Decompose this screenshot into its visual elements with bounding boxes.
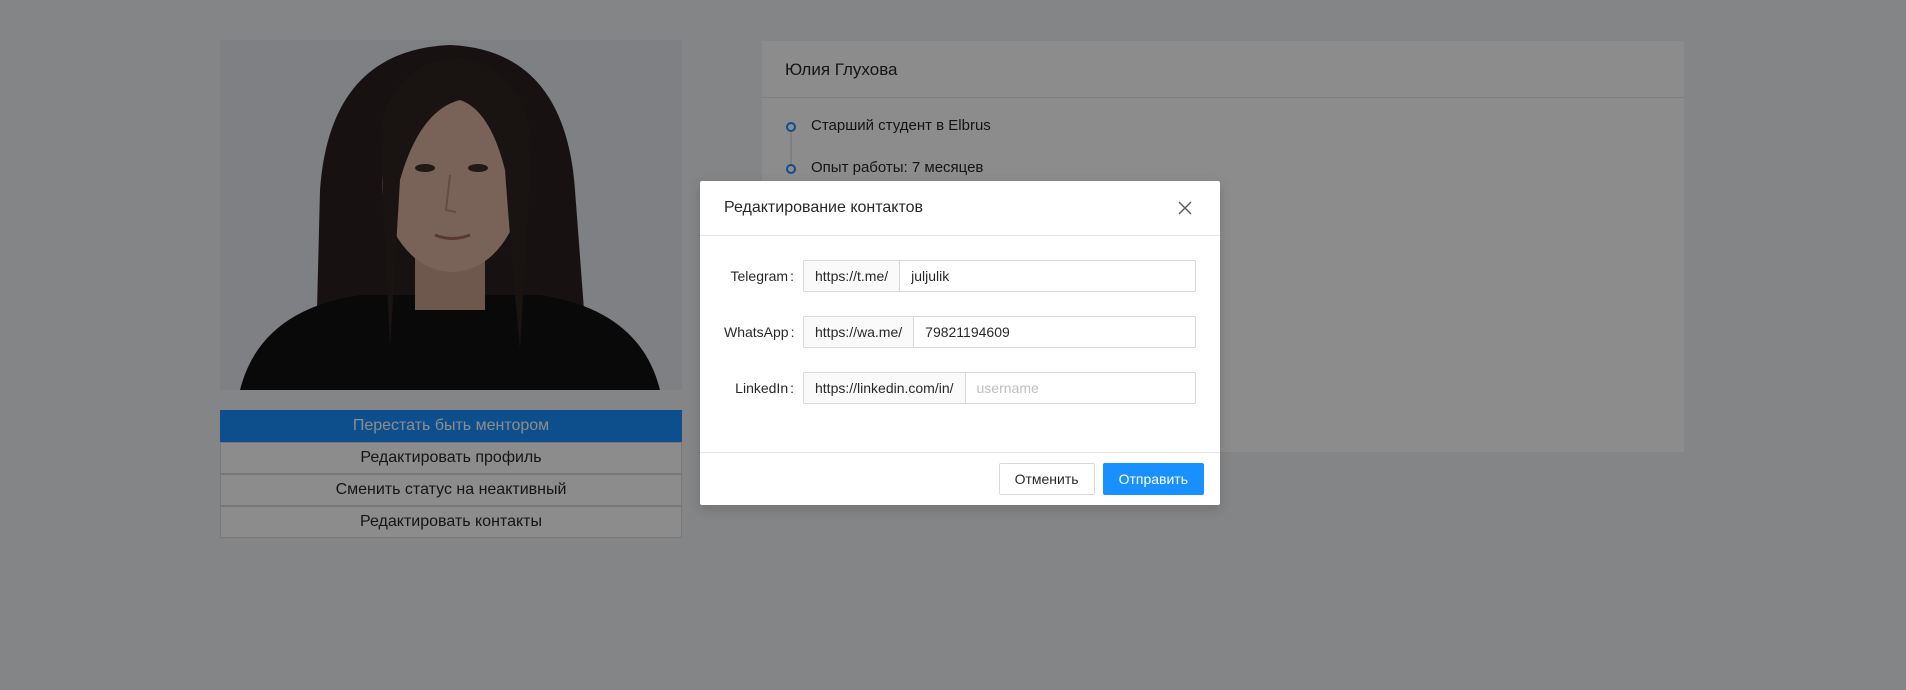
whatsapp-prefix: https://wa.me/ (803, 316, 914, 348)
cancel-button[interactable]: Отменить (998, 463, 1095, 495)
telegram-field[interactable] (899, 260, 1196, 292)
linkedin-field[interactable] (964, 372, 1196, 404)
linkedin-input-group: https://linkedin.com/in/ (803, 372, 1196, 404)
modal-footer: Отменить Отправить (700, 452, 1220, 504)
telegram-row: Telegram https://t.me/ (724, 260, 1196, 292)
whatsapp-row: WhatsApp https://wa.me/ (724, 316, 1196, 348)
telegram-input-group: https://t.me/ (803, 260, 1196, 292)
whatsapp-input-group: https://wa.me/ (803, 316, 1196, 348)
modal-header: Редактирование контактов (700, 181, 1220, 236)
telegram-label: Telegram (724, 268, 803, 284)
linkedin-prefix: https://linkedin.com/in/ (803, 372, 965, 404)
modal-title: Редактирование контактов (724, 199, 924, 216)
submit-button[interactable]: Отправить (1102, 463, 1204, 495)
whatsapp-label: WhatsApp (724, 324, 803, 340)
whatsapp-field[interactable] (913, 316, 1196, 348)
edit-contacts-modal: Редактирование контактов Telegram https:… (700, 181, 1220, 505)
close-icon[interactable] (1174, 197, 1196, 219)
linkedin-label: LinkedIn (724, 380, 803, 396)
telegram-prefix: https://t.me/ (803, 260, 900, 292)
modal-body: Telegram https://t.me/ WhatsApp https://… (700, 236, 1220, 452)
linkedin-row: LinkedIn https://linkedin.com/in/ (724, 372, 1196, 404)
